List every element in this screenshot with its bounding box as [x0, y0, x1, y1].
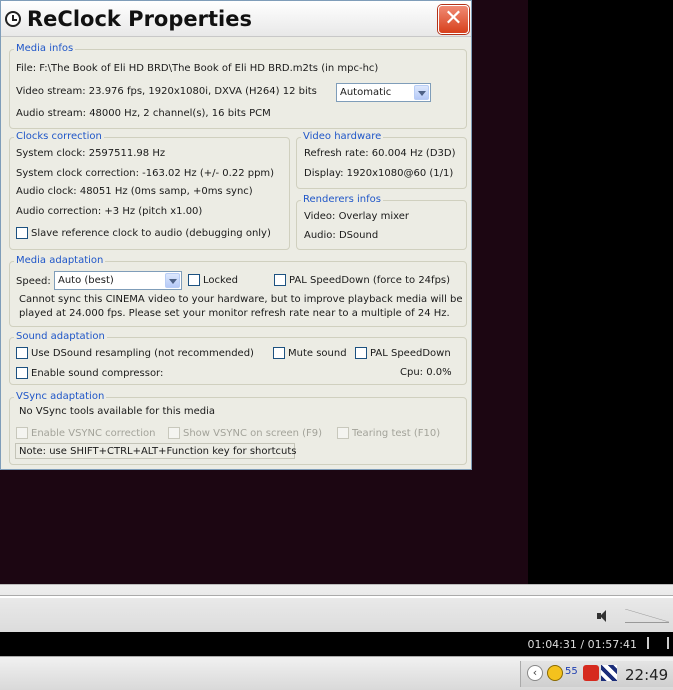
media-adaptation-legend: Media adaptation	[14, 255, 106, 266]
vsync-adaptation-legend: VSync adaptation	[14, 391, 107, 402]
cpu-usage: Cpu: 0.0%	[400, 367, 452, 378]
sync-message-line-2: played at 24.000 fps. Please set your mo…	[19, 308, 450, 319]
renderers-infos-legend: Renderers infos	[301, 194, 383, 205]
player-status-bar: 01:04:31 / 01:57:41	[0, 632, 673, 656]
refresh-rate-info: Refresh rate: 60.004 Hz (D3D)	[304, 148, 456, 159]
sync-message-line-1: Cannot sync this CINEMA video to your ha…	[19, 294, 463, 305]
chevron-down-icon[interactable]	[165, 273, 180, 288]
video-renderer-info: Video: Overlay mixer	[304, 211, 410, 222]
close-button[interactable]: ✕	[438, 5, 469, 34]
enable-vsync-checkbox[interactable]	[16, 427, 28, 439]
volume-slider[interactable]	[625, 609, 669, 623]
pal-speeddown-sound-label[interactable]: PAL SpeedDown	[370, 348, 451, 359]
audio-stream-info: Audio stream: 48000 Hz, 2 channel(s), 16…	[16, 108, 271, 119]
playback-time: 01:04:31 / 01:57:41	[527, 638, 637, 651]
clock-icon	[5, 11, 21, 27]
taskbar: ‹ 55 22:49	[0, 656, 673, 690]
dialog-title: ReClock Properties	[27, 7, 252, 31]
antivirus-tray-icon[interactable]	[583, 665, 599, 681]
pal-speeddown-checkbox[interactable]	[274, 274, 286, 286]
seek-bar[interactable]	[0, 595, 673, 598]
system-clock-info: System clock: 2597511.98 Hz	[16, 148, 166, 159]
renderers-infos-group: Renderers infos	[296, 194, 467, 250]
shortcut-note: Note: use SHIFT+CTRL+ALT+Function key fo…	[19, 446, 297, 457]
reclock-properties-dialog: ReClock Properties ✕ Media infos File: F…	[0, 0, 472, 470]
video-hardware-group: Video hardware	[296, 131, 467, 189]
pal-speeddown-label[interactable]: PAL SpeedDown (force to 24fps)	[289, 275, 450, 286]
mute-sound-label[interactable]: Mute sound	[288, 348, 347, 359]
file-info: File: F:\The Book of Eli HD BRD\The Book…	[16, 63, 379, 74]
player-control-bar	[0, 584, 673, 632]
dsound-resampling-label[interactable]: Use DSound resampling (not recommended)	[31, 348, 254, 359]
video-mode-select[interactable]: Automatic	[336, 83, 431, 102]
speed-label: Speed:	[16, 276, 51, 287]
title-bar[interactable]: ReClock Properties ✕	[1, 1, 471, 37]
video-mode-value: Automatic	[340, 87, 392, 98]
slave-clock-label[interactable]: Slave reference clock to audio (debuggin…	[31, 228, 271, 239]
network-tray-icon[interactable]	[601, 665, 617, 681]
desktop-background	[528, 0, 673, 584]
tearing-test-checkbox[interactable]	[337, 427, 349, 439]
audio-correction-info: Audio correction: +3 Hz (pitch x1.00)	[16, 206, 203, 217]
show-hidden-icons-button[interactable]: ‹	[527, 665, 543, 681]
display-info: Display: 1920x1080@60 (1/1)	[304, 168, 454, 179]
video-stream-info: Video stream: 23.976 fps, 1920x1080i, DX…	[16, 86, 317, 97]
clocks-correction-legend: Clocks correction	[14, 131, 104, 142]
speed-select[interactable]: Auto (best)	[54, 271, 182, 290]
dsound-resampling-checkbox[interactable]	[16, 347, 28, 359]
locked-label[interactable]: Locked	[203, 275, 238, 286]
speaker-icon[interactable]	[597, 610, 609, 622]
vsync-status: No VSync tools available for this media	[19, 406, 216, 417]
taskbar-clock[interactable]: 22:49	[625, 666, 668, 684]
fullscreen-icon[interactable]	[647, 637, 669, 649]
pal-speeddown-sound-checkbox[interactable]	[355, 347, 367, 359]
sound-adaptation-legend: Sound adaptation	[14, 331, 107, 342]
locked-checkbox[interactable]	[188, 274, 200, 286]
system-tray: ‹ 55 22:49	[520, 661, 673, 687]
mute-sound-checkbox[interactable]	[273, 347, 285, 359]
show-vsync-checkbox[interactable]	[168, 427, 180, 439]
speed-value: Auto (best)	[58, 275, 114, 286]
tray-count-badge[interactable]: 55	[565, 666, 578, 677]
reclock-tray-icon[interactable]	[547, 665, 563, 681]
tearing-test-label: Tearing test (F10)	[352, 428, 441, 439]
enable-vsync-label: Enable VSYNC correction	[31, 428, 156, 439]
chevron-down-icon[interactable]	[414, 85, 429, 100]
slave-clock-checkbox[interactable]	[16, 227, 28, 239]
show-vsync-label: Show VSYNC on screen (F9)	[183, 428, 323, 439]
media-infos-legend: Media infos	[14, 43, 76, 54]
audio-renderer-info: Audio: DSound	[304, 230, 379, 241]
desktop-background	[0, 470, 528, 584]
system-clock-correction-info: System clock correction: -163.02 Hz (+/-…	[16, 168, 275, 179]
sound-compressor-label[interactable]: Enable sound compressor:	[31, 368, 163, 379]
sound-compressor-checkbox[interactable]	[16, 367, 28, 379]
audio-clock-info: Audio clock: 48051 Hz (0ms samp, +0ms sy…	[16, 186, 253, 197]
video-hardware-legend: Video hardware	[301, 131, 384, 142]
